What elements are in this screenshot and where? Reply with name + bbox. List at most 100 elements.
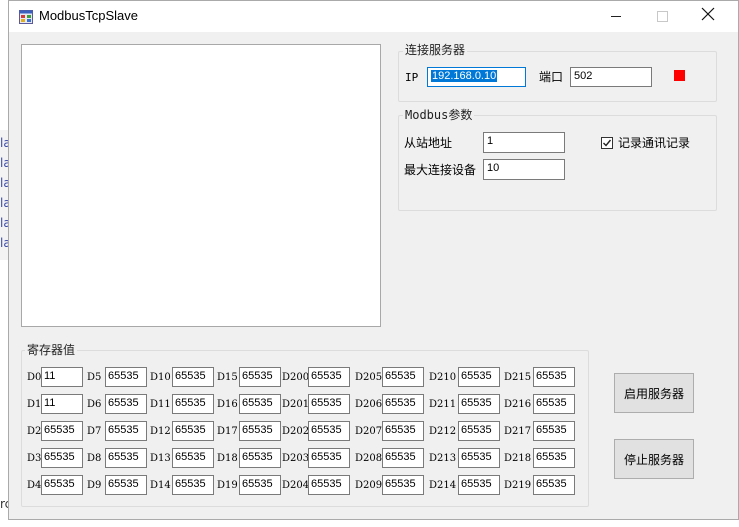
register-value-input[interactable]: 65535	[308, 367, 350, 387]
register-label: D215	[504, 372, 532, 383]
register-value-input[interactable]: 65535	[41, 448, 83, 468]
port-input[interactable]: 502	[570, 67, 652, 87]
minimize-button[interactable]	[593, 1, 639, 32]
register-value-input[interactable]: 65535	[533, 448, 575, 468]
register-label: D210	[429, 372, 457, 383]
register-label: D7	[87, 426, 102, 437]
register-label: D4	[27, 480, 42, 491]
register-label: D10	[150, 372, 171, 383]
log-checkbox-label[interactable]: 记录通讯记录	[618, 136, 690, 150]
maximize-icon	[657, 11, 668, 22]
register-label: D8	[87, 453, 102, 464]
register-label: D202	[282, 426, 310, 437]
connection-status-indicator	[674, 70, 685, 81]
register-value-input[interactable]: 65535	[41, 475, 83, 495]
register-value-input[interactable]: 65535	[458, 475, 500, 495]
register-label: D213	[429, 453, 457, 464]
register-value-input[interactable]: 65535	[382, 367, 424, 387]
register-value-input[interactable]: 65535	[105, 367, 147, 387]
slave-address-label: 从站地址	[404, 136, 453, 150]
max-connections-input[interactable]: 10	[483, 159, 565, 180]
register-value-input[interactable]: 65535	[172, 367, 214, 387]
params-group-legend: Modbus参数	[403, 108, 475, 122]
register-value-input[interactable]: 65535	[105, 421, 147, 441]
register-value-input[interactable]: 65535	[172, 421, 214, 441]
register-label: D13	[150, 453, 171, 464]
log-checkbox[interactable]	[601, 137, 613, 149]
register-label: D206	[355, 399, 383, 410]
register-label: D214	[429, 480, 457, 491]
close-icon	[701, 7, 715, 21]
register-label: D211	[429, 399, 457, 410]
register-value-input[interactable]: 65535	[105, 394, 147, 414]
register-value-input[interactable]: 65535	[239, 421, 281, 441]
ip-value: 192.168.0.10	[431, 70, 498, 82]
register-value-input[interactable]: 65535	[172, 394, 214, 414]
register-value-input[interactable]: 65535	[533, 421, 575, 441]
register-value-input[interactable]: 65535	[533, 394, 575, 414]
register-value-input[interactable]: 65535	[458, 394, 500, 414]
register-label: D15	[217, 372, 238, 383]
main-window: ModbusTcpSlave 连接服务器 IP 192.168.0.10 端口 …	[8, 0, 739, 520]
register-value-input[interactable]: 65535	[308, 448, 350, 468]
register-value-input[interactable]: 65535	[308, 475, 350, 495]
register-value-input[interactable]: 65535	[239, 448, 281, 468]
close-button[interactable]	[685, 1, 731, 32]
register-value-input[interactable]: 65535	[382, 394, 424, 414]
minimize-icon	[611, 16, 621, 17]
register-label: D205	[355, 372, 383, 383]
ip-label: IP	[405, 71, 419, 84]
register-label: D201	[282, 399, 310, 410]
register-label: D207	[355, 426, 383, 437]
maximize-button[interactable]	[639, 1, 685, 32]
register-value-input[interactable]: 65535	[458, 421, 500, 441]
register-value-input[interactable]: 65535	[239, 367, 281, 387]
register-label: D208	[355, 453, 383, 464]
register-value-input[interactable]: 11	[41, 367, 83, 387]
register-label: D203	[282, 453, 310, 464]
register-value-input[interactable]: 65535	[533, 475, 575, 495]
port-label: 端口	[539, 70, 564, 84]
max-connections-label: 最大连接设备	[404, 163, 477, 177]
register-label: D19	[217, 480, 238, 491]
register-value-input[interactable]: 65535	[172, 448, 214, 468]
registers-group-legend: 寄存器值	[25, 343, 78, 357]
register-label: D2	[27, 426, 42, 437]
register-label: D11	[150, 399, 171, 410]
register-label: D0	[27, 372, 42, 383]
register-label: D217	[504, 426, 532, 437]
register-label: D1	[27, 399, 42, 410]
register-value-input[interactable]: 65535	[105, 475, 147, 495]
register-value-input[interactable]: 65535	[308, 394, 350, 414]
register-value-input[interactable]: 11	[41, 394, 83, 414]
register-value-input[interactable]: 65535	[41, 421, 83, 441]
register-label: D219	[504, 480, 532, 491]
register-value-input[interactable]: 65535	[105, 448, 147, 468]
register-label: D17	[217, 426, 238, 437]
register-label: D216	[504, 399, 532, 410]
register-value-input[interactable]: 65535	[382, 475, 424, 495]
register-value-input[interactable]: 65535	[308, 421, 350, 441]
register-label: D16	[217, 399, 238, 410]
slave-address-input[interactable]: 1	[483, 132, 565, 153]
checkmark-icon	[603, 139, 612, 147]
register-label: D200	[282, 372, 310, 383]
register-value-input[interactable]: 65535	[239, 475, 281, 495]
register-value-input[interactable]: 65535	[382, 448, 424, 468]
register-label: D9	[87, 480, 102, 491]
server-group-legend: 连接服务器	[403, 43, 468, 57]
register-value-input[interactable]: 65535	[382, 421, 424, 441]
ip-input[interactable]: 192.168.0.10	[427, 67, 526, 87]
register-value-input[interactable]: 65535	[172, 475, 214, 495]
stop-server-button[interactable]: 停止服务器	[614, 439, 694, 479]
log-textbox[interactable]	[21, 44, 381, 327]
title-bar[interactable]: ModbusTcpSlave	[9, 1, 738, 32]
register-label: D218	[504, 453, 532, 464]
window-title: ModbusTcpSlave	[39, 8, 138, 23]
register-value-input[interactable]: 65535	[458, 448, 500, 468]
start-server-button[interactable]: 启用服务器	[614, 373, 694, 413]
register-value-input[interactable]: 65535	[458, 367, 500, 387]
register-value-input[interactable]: 65535	[533, 367, 575, 387]
register-value-input[interactable]: 65535	[239, 394, 281, 414]
register-label: D18	[217, 453, 238, 464]
